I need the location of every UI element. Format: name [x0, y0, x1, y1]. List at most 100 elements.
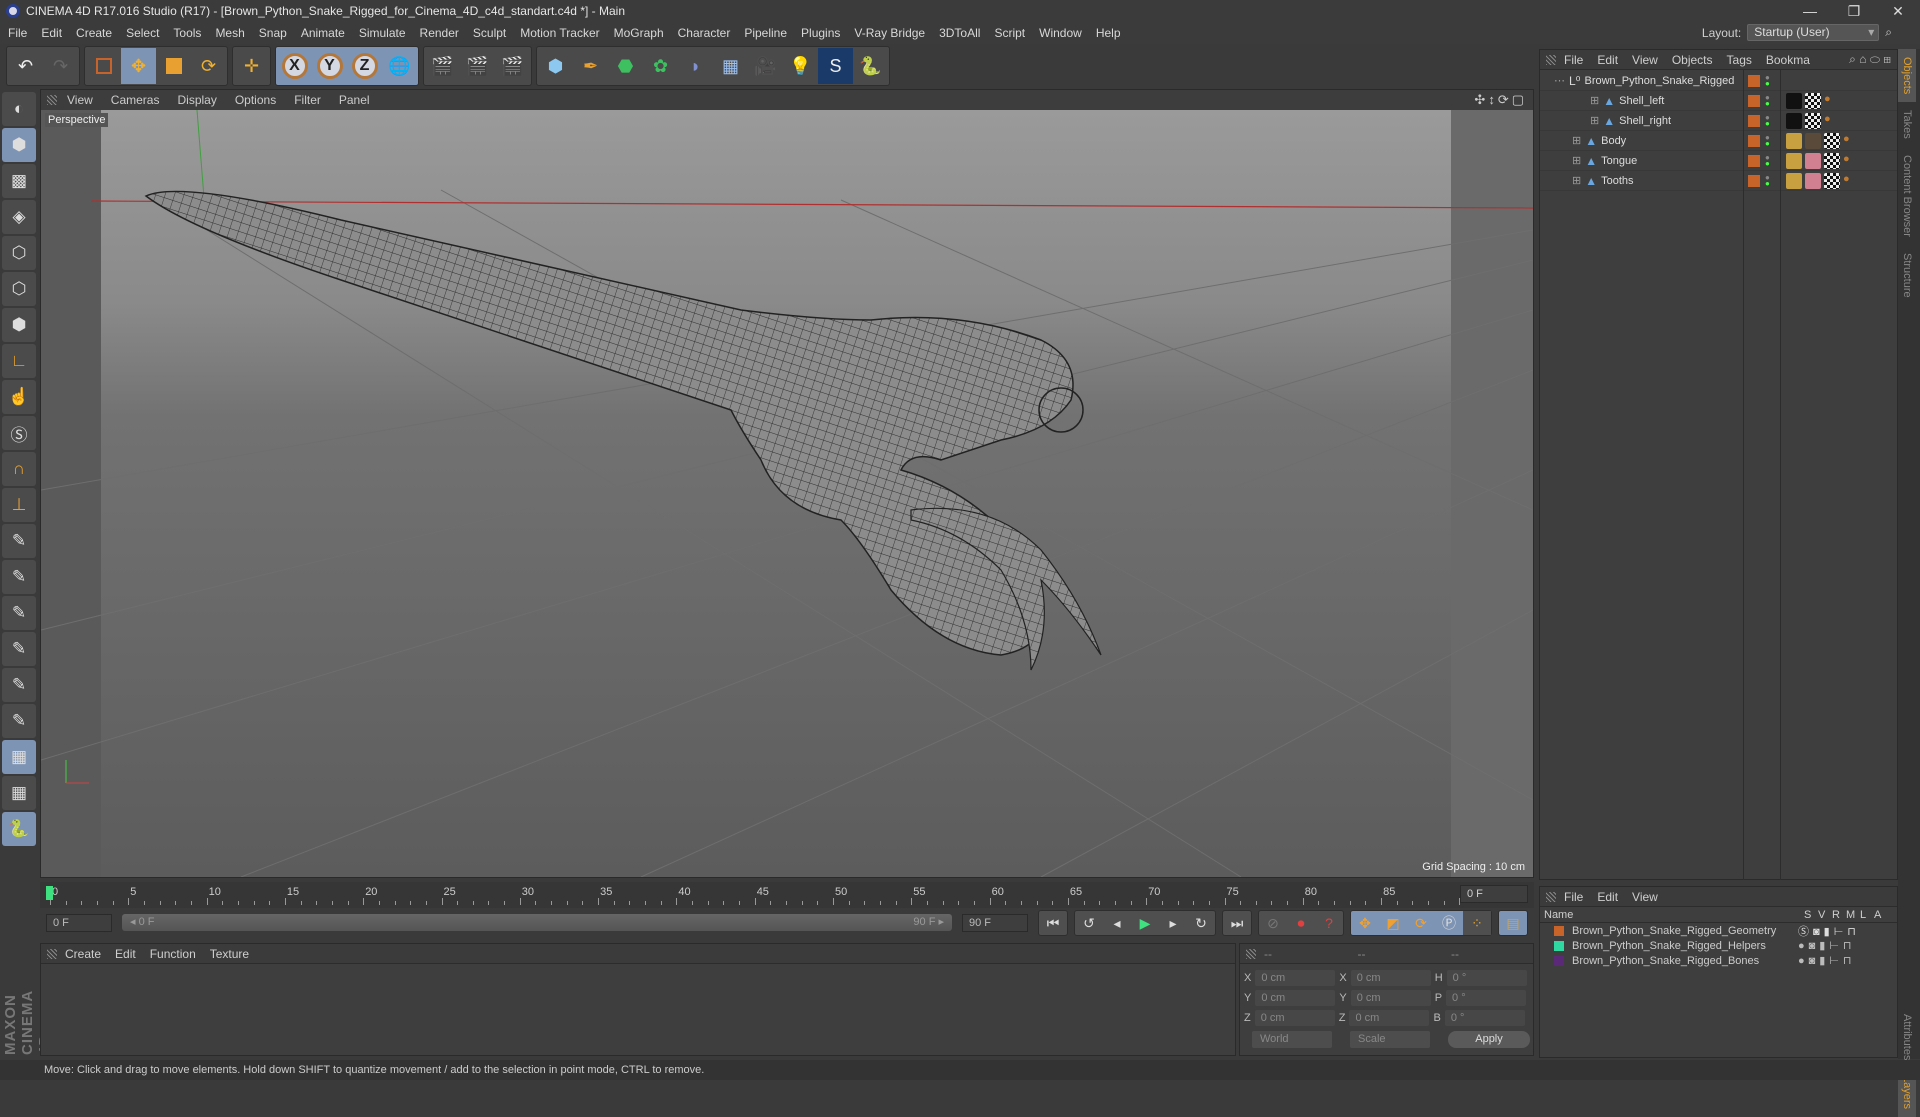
- key-rotation-icon[interactable]: ⟳: [1407, 911, 1435, 935]
- subdivision-icon[interactable]: ⬣: [608, 48, 643, 84]
- visibility-dots[interactable]: ● ●: [1765, 173, 1770, 187]
- material-tag-icon[interactable]: [1786, 92, 1802, 109]
- floor-icon[interactable]: ▦: [713, 48, 748, 84]
- side-tab-objects[interactable]: Objects: [1898, 49, 1916, 103]
- visibility-dots[interactable]: ● ●: [1765, 73, 1770, 87]
- goto-end-icon[interactable]: ⏭: [1223, 911, 1251, 935]
- layer-menu-edit[interactable]: Edit: [1597, 890, 1618, 904]
- expand-icon[interactable]: ⊞: [1572, 134, 1581, 147]
- menu-window[interactable]: Window: [1039, 26, 1082, 40]
- menu-v-ray-bridge[interactable]: V-Ray Bridge: [854, 26, 925, 40]
- sculpt-pinch-icon[interactable]: ✎: [2, 704, 36, 738]
- coordinate-space-dropdown[interactable]: World: [1252, 1031, 1332, 1048]
- light-icon[interactable]: 💡: [783, 48, 818, 84]
- material-tag-icon[interactable]: [1786, 112, 1802, 129]
- menu-snap[interactable]: Snap: [259, 26, 287, 40]
- object-menu-view[interactable]: View: [1632, 53, 1658, 67]
- layer-menu-file[interactable]: File: [1564, 890, 1583, 904]
- layer-color-swatch[interactable]: [1748, 134, 1760, 147]
- menu-script[interactable]: Script: [994, 26, 1025, 40]
- expand-icon[interactable]: ⊞: [1590, 94, 1599, 107]
- x-axis-lock-button[interactable]: X: [277, 48, 312, 84]
- material-menu-create[interactable]: Create: [65, 947, 101, 961]
- menu-plugins[interactable]: Plugins: [801, 26, 840, 40]
- menu-edit[interactable]: Edit: [41, 26, 62, 40]
- snap-icon[interactable]: Ⓢ: [2, 416, 36, 450]
- object-menu-edit[interactable]: Edit: [1597, 53, 1618, 67]
- object-name[interactable]: Brown_Python_Snake_Rigged: [1584, 75, 1734, 87]
- range-slider[interactable]: ◂ 0 F 90 F ▸: [122, 914, 952, 931]
- expand-icon[interactable]: ⊞: [1590, 114, 1599, 127]
- sculpt-smooth-icon[interactable]: ✎: [2, 596, 36, 630]
- menu-simulate[interactable]: Simulate: [359, 26, 406, 40]
- python-icon[interactable]: 🐍: [853, 48, 888, 84]
- object-row[interactable]: ⊞ ▲ Body ● ● ●: [1540, 131, 1897, 151]
- points-mode-icon[interactable]: ⬡: [2, 236, 36, 270]
- layer-color-swatch[interactable]: [1748, 154, 1760, 167]
- record-disabled-icon[interactable]: ⊘: [1259, 911, 1287, 935]
- object-name[interactable]: Tooths: [1601, 175, 1633, 187]
- layer-column-header[interactable]: R: [1832, 909, 1846, 921]
- grid-snap-icon[interactable]: ▦: [2, 776, 36, 810]
- material-tag-icon[interactable]: [1805, 112, 1821, 129]
- object-name[interactable]: Tongue: [1601, 155, 1637, 167]
- layer-name[interactable]: Brown_Python_Snake_Rigged_Bones: [1572, 955, 1759, 967]
- object-row[interactable]: ⊞ ▲ Shell_left ● ● ●: [1540, 91, 1897, 111]
- object-menu-bookma[interactable]: Bookma: [1766, 53, 1810, 67]
- layer-flags[interactable]: ●◙▮⊢⊓: [1798, 939, 1856, 952]
- object-name[interactable]: Body: [1601, 135, 1626, 147]
- menu-character[interactable]: Character: [678, 26, 731, 40]
- side-tab-attributes[interactable]: Attributes: [1898, 1006, 1916, 1068]
- camera-icon[interactable]: 🎥: [748, 48, 783, 84]
- cube-icon[interactable]: ⬢: [538, 48, 573, 84]
- expand-icon[interactable]: ⋯: [1554, 74, 1565, 87]
- menu-mograph[interactable]: MoGraph: [614, 26, 664, 40]
- end-frame-field[interactable]: 90 F: [962, 914, 1028, 932]
- sculpt-pull-icon[interactable]: ✎: [2, 560, 36, 594]
- layer-column-header[interactable]: V: [1818, 909, 1832, 921]
- menu-mesh[interactable]: Mesh: [215, 26, 244, 40]
- expand-icon[interactable]: ⊞: [1572, 174, 1581, 187]
- scale-tool-icon[interactable]: [156, 48, 191, 84]
- object-row[interactable]: ⊞ ▲ Tooths ● ● ●: [1540, 171, 1897, 191]
- sculpt-brush-icon[interactable]: ✎: [2, 524, 36, 558]
- menu-select[interactable]: Select: [126, 26, 159, 40]
- viewport-menu-display[interactable]: Display: [177, 93, 216, 107]
- coord-value-field[interactable]: 0 °: [1444, 1010, 1525, 1026]
- layer-column-header[interactable]: S: [1804, 909, 1818, 921]
- viewport-nav-icons[interactable]: ✣↕⟳▢: [1474, 92, 1527, 108]
- workplane-axis-icon[interactable]: ⊥: [2, 488, 36, 522]
- cloner-icon[interactable]: ✿: [643, 48, 678, 84]
- apply-button[interactable]: Apply: [1448, 1031, 1530, 1048]
- coord-value-field[interactable]: 0 cm: [1350, 990, 1431, 1006]
- menu-render[interactable]: Render: [420, 26, 459, 40]
- viewport-menu-filter[interactable]: Filter: [294, 93, 321, 107]
- side-tab-structure[interactable]: Structure: [1898, 245, 1916, 306]
- coord-value-field[interactable]: 0 °: [1446, 970, 1527, 986]
- key-position-icon[interactable]: ✥: [1351, 911, 1379, 935]
- current-frame-field[interactable]: 0 F: [1460, 885, 1528, 903]
- phong-tag-icon[interactable]: ●: [1843, 153, 1850, 169]
- key-pla-icon[interactable]: ⁘: [1463, 911, 1491, 935]
- material-tag-icon[interactable]: [1805, 172, 1821, 189]
- transform-mode-dropdown[interactable]: Scale: [1350, 1031, 1430, 1048]
- material-menu-function[interactable]: Function: [150, 947, 196, 961]
- material-tag-icon[interactable]: [1824, 172, 1840, 189]
- menu-tools[interactable]: Tools: [173, 26, 201, 40]
- menu-help[interactable]: Help: [1096, 26, 1121, 40]
- goto-start-icon[interactable]: ⏮: [1039, 911, 1067, 935]
- render-picture-viewer-icon[interactable]: 🎬: [460, 48, 495, 84]
- viewport-menu-view[interactable]: View: [67, 93, 93, 107]
- menu-pipeline[interactable]: Pipeline: [744, 26, 787, 40]
- texture-mode-icon[interactable]: ▩: [2, 164, 36, 198]
- object-menu-tags[interactable]: Tags: [1727, 53, 1752, 67]
- layer-name[interactable]: Brown_Python_Snake_Rigged_Helpers: [1572, 940, 1766, 952]
- material-tag-icon[interactable]: [1786, 172, 1802, 189]
- viewport-perspective[interactable]: View Cameras Display Options Filter Panel ✣↕⟳…: [40, 89, 1534, 878]
- material-tag-icon[interactable]: [1786, 132, 1802, 149]
- object-row[interactable]: ⋯ L⁰ Brown_Python_Snake_Rigged ● ●: [1540, 71, 1897, 91]
- next-key-icon[interactable]: ↻: [1187, 911, 1215, 935]
- material-tag-icon[interactable]: [1805, 132, 1821, 149]
- object-menu-file[interactable]: File: [1564, 53, 1583, 67]
- menu-animate[interactable]: Animate: [301, 26, 345, 40]
